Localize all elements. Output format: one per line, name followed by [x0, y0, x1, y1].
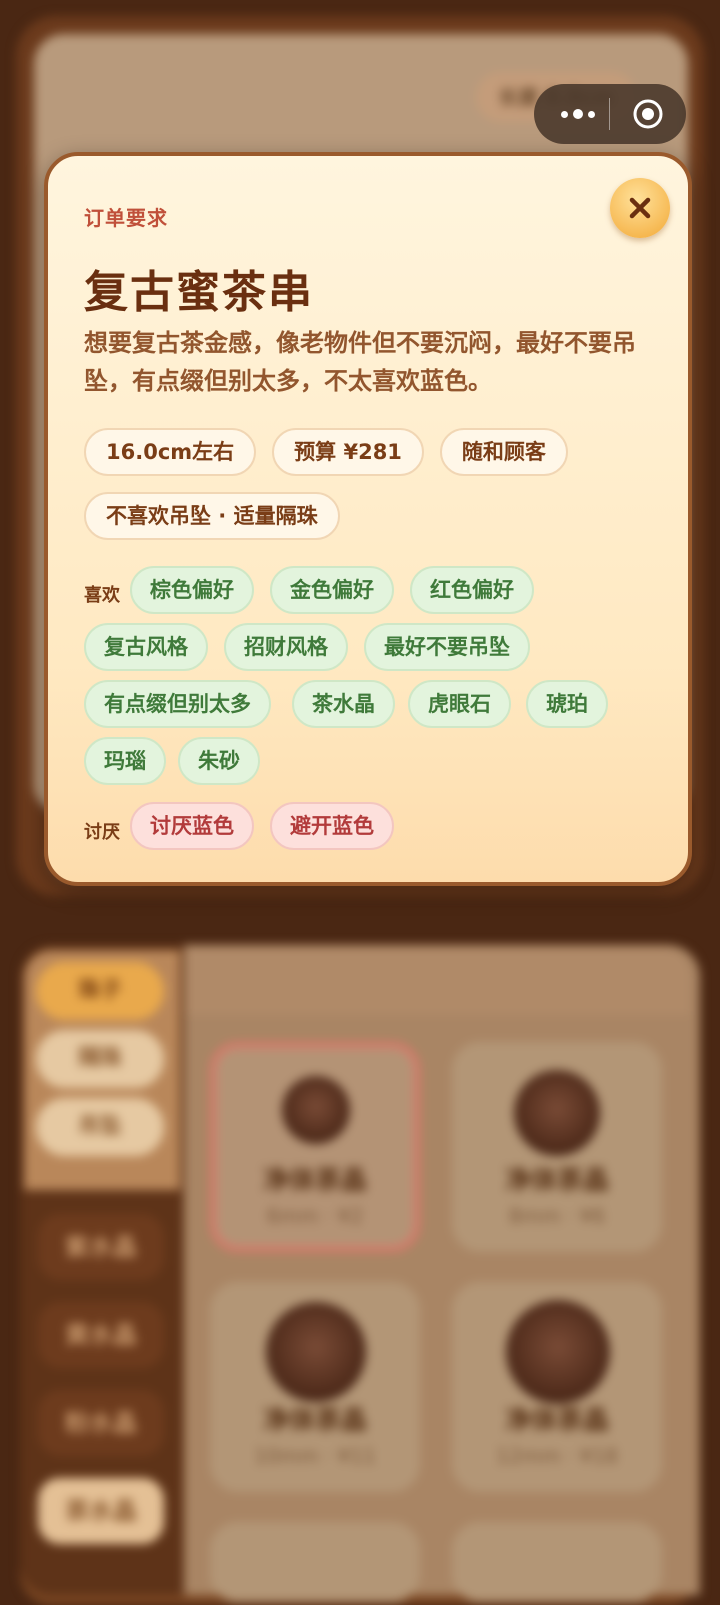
tab-pendants: 吊坠 — [36, 1098, 164, 1156]
dislikes-tags: 讨厌蓝色 避开蓝色 — [84, 802, 664, 852]
customer-type-chip: 随和顾客 — [439, 428, 568, 476]
like-tag: 复古风格 — [84, 623, 208, 671]
sidebar-item-amethyst: 紫水晶 — [38, 1214, 164, 1280]
product-tile: 净体茶晶 10mm · ¥11 — [210, 1282, 420, 1492]
order-requirement-modal: 订单要求 复古蜜茶串 想要复古茶金感，像老物件但不要沉闷，最好不要吊坠，有点缀但… — [44, 152, 692, 886]
close-icon — [629, 197, 651, 219]
product-price: 8mm · ¥6 — [508, 1204, 606, 1228]
like-tag: 最好不要吊坠 — [364, 623, 530, 671]
tab-spacers: 隔珠 — [36, 1030, 164, 1088]
capsule-divider — [609, 98, 610, 130]
product-name: 净体茶晶 — [262, 1166, 367, 1196]
product-name: 净体茶晶 — [504, 1166, 609, 1196]
budget-chip: 预算 ¥281 — [272, 428, 424, 476]
likes-tags: 棕色偏好 金色偏好 红色偏好 复古风格 招财风格 最好不要吊坠 有点缀但别太多 … — [84, 566, 664, 786]
sidebar-item-smoky-quartz: 茶水晶 — [38, 1478, 164, 1544]
modal-eyebrow: 订单要求 — [84, 206, 168, 230]
bead-image — [506, 1300, 610, 1404]
product-price: 10mm · ¥11 — [254, 1444, 376, 1468]
product-tile: 净体茶晶 6mm · ¥2 — [210, 1042, 420, 1252]
product-tile — [452, 1522, 662, 1602]
close-button[interactable] — [610, 178, 670, 238]
product-name: 净体茶晶 — [262, 1406, 367, 1436]
like-tag: 红色偏好 — [410, 566, 534, 614]
like-tag: 琥珀 — [526, 680, 608, 728]
product-price: 12mm · ¥18 — [496, 1444, 618, 1468]
sidebar-item-rose-quartz: 粉水晶 — [38, 1390, 164, 1456]
product-tile — [210, 1522, 420, 1602]
like-tag: 朱砂 — [178, 737, 260, 785]
bead-image — [266, 1302, 366, 1402]
like-tag: 棕色偏好 — [130, 566, 254, 614]
info-chips-row2: 不喜欢吊坠 · 适量隔珠 — [84, 492, 340, 540]
dislike-tag: 讨厌蓝色 — [130, 802, 254, 850]
bead-image — [282, 1076, 350, 1144]
product-tile: 净体茶晶 8mm · ¥6 — [452, 1042, 662, 1252]
preference-chip: 不喜欢吊坠 · 适量隔珠 — [84, 492, 340, 540]
tab-beads: 珠子 — [36, 962, 164, 1020]
order-title: 复古蜜茶串 — [84, 267, 314, 318]
like-tag: 虎眼石 — [408, 680, 511, 728]
length-chip: 16.0cm左右 — [84, 428, 257, 476]
mini-program-capsule — [534, 84, 686, 144]
like-tag: 茶水晶 — [292, 680, 395, 728]
exit-target-icon[interactable] — [632, 98, 664, 130]
bead-image — [514, 1070, 600, 1156]
like-tag: 招财风格 — [224, 623, 348, 671]
like-tag: 玛瑙 — [84, 737, 166, 785]
product-price: 6mm · ¥2 — [266, 1204, 364, 1228]
info-chips: 16.0cm左右 预算 ¥281 随和顾客 — [84, 428, 568, 476]
product-tile: 净体茶晶 12mm · ¥18 — [452, 1282, 662, 1492]
more-menu-icon[interactable] — [548, 84, 608, 144]
like-tag: 有点缀但别太多 — [84, 680, 271, 728]
product-grid-header — [184, 945, 690, 1015]
sidebar-item-citrine: 黄水晶 — [38, 1302, 164, 1368]
product-name: 净体茶晶 — [504, 1406, 609, 1436]
dislike-tag: 避开蓝色 — [270, 802, 394, 850]
like-tag: 金色偏好 — [270, 566, 394, 614]
order-description: 想要复古茶金感，像老物件但不要沉闷，最好不要吊坠，有点缀但别太多，不太喜欢蓝色。 — [84, 329, 636, 395]
